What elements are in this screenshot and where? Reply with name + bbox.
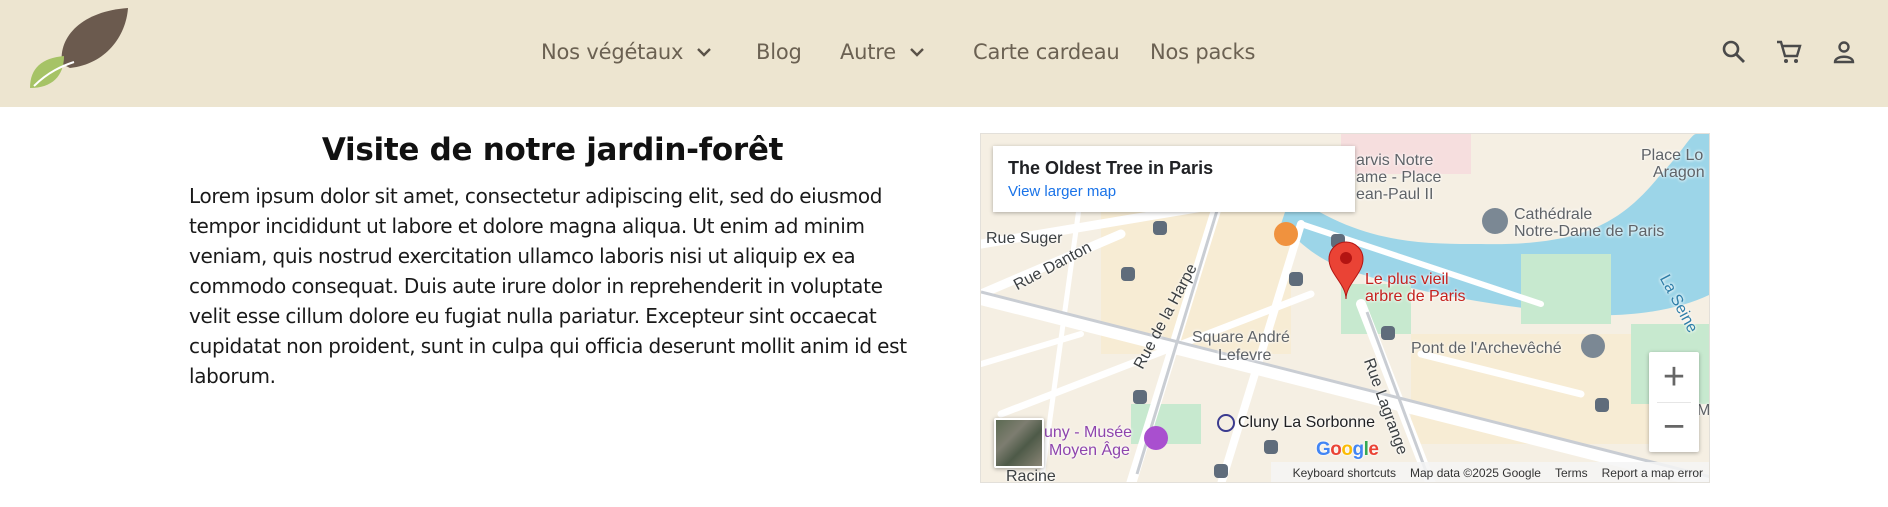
nav-label: Nos packs — [1150, 40, 1256, 64]
map-label-place: Place Lo — [1641, 147, 1704, 164]
main-nav: Nos végétaux Blog Autre Carte cardeau No… — [0, 36, 1888, 68]
map-label-square: Square André — [1192, 329, 1290, 346]
nav-label: Autre — [840, 40, 897, 64]
nav-item-carte-cardeau[interactable]: Carte cardeau — [973, 36, 1120, 68]
chevron-down-icon — [697, 48, 712, 57]
site-header: Nos végétaux Blog Autre Carte cardeau No… — [0, 0, 1888, 107]
map-info-card: The Oldest Tree in Paris View larger map — [993, 146, 1355, 212]
nav-item-blog[interactable]: Blog — [756, 36, 802, 68]
map-label-metro: Cluny La Sorbonne — [1238, 414, 1375, 431]
zoom-controls: + − — [1649, 352, 1699, 452]
zoom-out-button[interactable]: − — [1649, 402, 1699, 452]
place-title: The Oldest Tree in Paris — [1008, 158, 1214, 178]
account-icon[interactable] — [1830, 38, 1858, 66]
google-letter: G — [1316, 439, 1331, 460]
intro-paragraph: Lorem ipsum dolor sit amet, consectetur … — [189, 184, 907, 388]
nav-item-autre[interactable]: Autre — [840, 36, 926, 68]
map-label-museum: Moyen Âge — [1049, 442, 1130, 459]
map-label-cathedral: Cathédrale — [1514, 206, 1593, 223]
search-icon[interactable] — [1720, 38, 1748, 66]
map-label-place: ame - Place — [1356, 169, 1442, 186]
map-label-square: Lefevre — [1218, 347, 1272, 364]
map-data-attribution: Map data ©2025 Google — [1410, 466, 1541, 480]
google-logo: Google — [1316, 439, 1379, 461]
zoom-in-button[interactable]: + — [1649, 352, 1699, 402]
map-label-cathedral: Notre-Dame de Paris — [1514, 223, 1665, 240]
nav-item-nos-packs[interactable]: Nos packs — [1150, 36, 1255, 68]
report-error-link[interactable]: Report a map error — [1602, 466, 1703, 480]
satellite-toggle[interactable] — [994, 418, 1044, 468]
google-letter: o — [1341, 439, 1353, 460]
page-title: Visite de notre jardin-forêt — [321, 132, 784, 168]
google-letter: g — [1352, 439, 1365, 460]
nav-label: Carte cardeau — [973, 40, 1120, 64]
map-label-street: Rue Suger — [986, 230, 1063, 247]
nav-label: Nos végétaux — [541, 40, 684, 64]
map-label-bridge: Pont de l'Archevêché — [1411, 340, 1562, 357]
google-letter: e — [1368, 439, 1379, 460]
map-label-museum: uny - Musée — [1044, 424, 1133, 441]
embedded-map[interactable]: Rue Suger Rue Danton Rue de la Harpe Squ… — [980, 133, 1710, 483]
map-footer: Keyboard shortcuts Map data ©2025 Google… — [1271, 462, 1709, 482]
view-larger-map-link[interactable]: View larger map — [1008, 183, 1355, 200]
keyboard-shortcuts-link[interactable]: Keyboard shortcuts — [1293, 466, 1396, 480]
map-label-place: arvis Notre — [1356, 152, 1434, 169]
nav-item-vegetaux[interactable]: Nos végétaux — [541, 36, 713, 68]
map-label-street: Racine — [1006, 468, 1056, 483]
map-label-place: Aragon — [1653, 164, 1705, 181]
map-label-place: ean-Paul II — [1356, 186, 1434, 203]
chevron-down-icon — [910, 48, 924, 57]
marker-label: arbre de Paris — [1365, 288, 1466, 305]
terms-link[interactable]: Terms — [1555, 466, 1588, 480]
cart-icon[interactable] — [1775, 38, 1803, 66]
nav-label: Blog — [756, 40, 802, 64]
marker-label: Le plus vieil — [1365, 271, 1449, 288]
google-letter: o — [1330, 439, 1342, 460]
